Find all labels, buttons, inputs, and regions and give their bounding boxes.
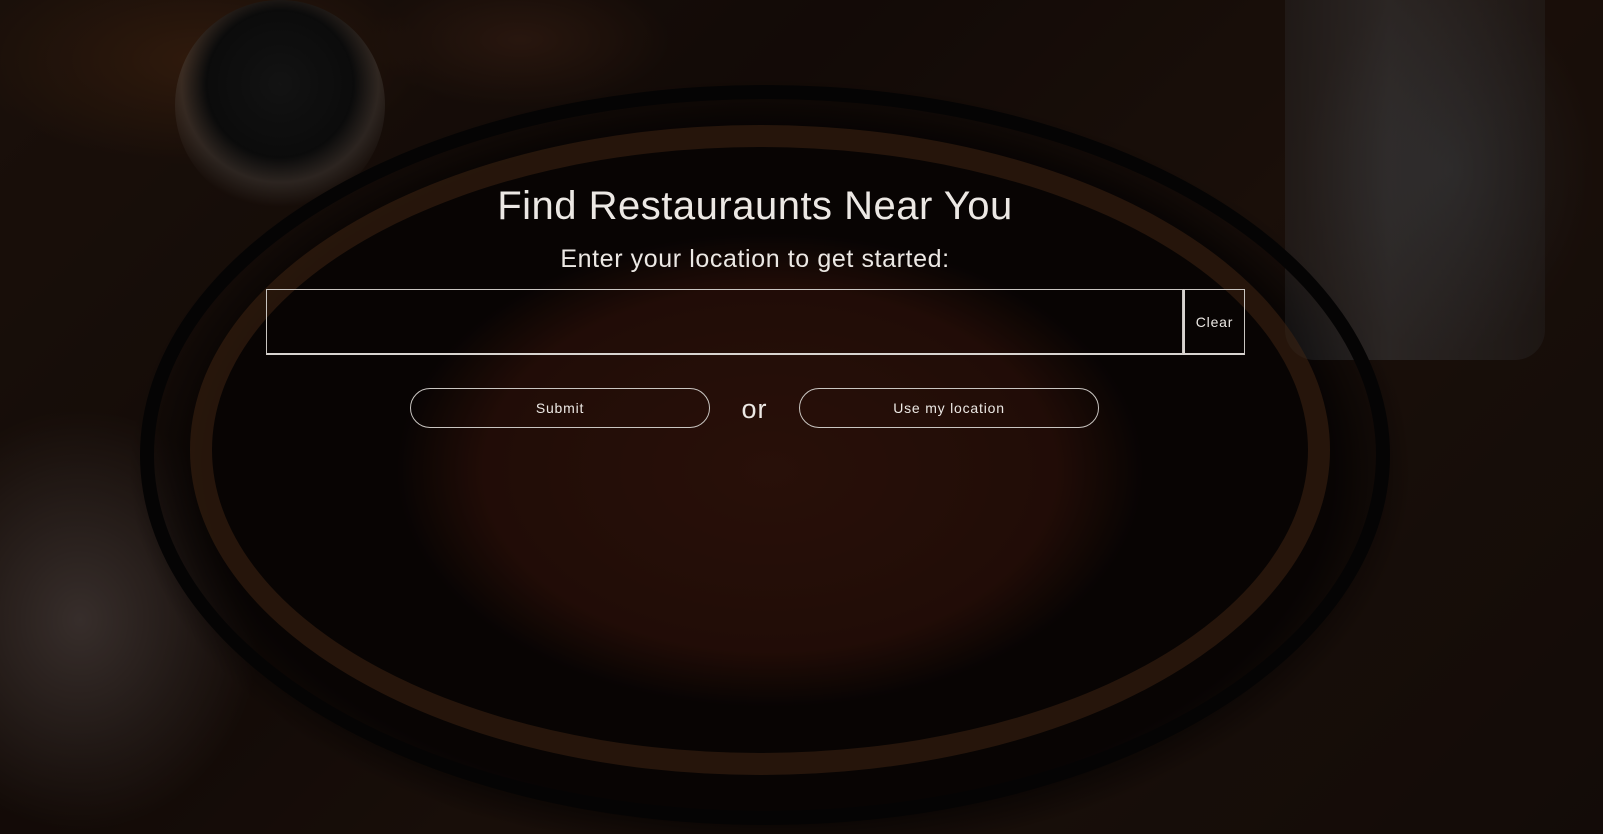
or-separator: or <box>741 394 768 424</box>
action-row: Submit or Use my location <box>410 388 1101 430</box>
location-form: Find Restauraunts Near You Enter your lo… <box>0 0 1568 834</box>
clear-button[interactable]: Clear <box>1183 289 1245 355</box>
location-input[interactable] <box>266 289 1183 355</box>
use-my-location-button[interactable]: Use my location <box>799 388 1099 428</box>
page-subtitle: Enter your location to get started: <box>560 245 950 273</box>
page-title: Find Restauraunts Near You <box>497 184 1013 228</box>
submit-button[interactable]: Submit <box>410 388 710 428</box>
page: Find Restauraunts Near You Enter your lo… <box>0 0 1603 834</box>
search-row: Clear <box>266 289 1245 355</box>
